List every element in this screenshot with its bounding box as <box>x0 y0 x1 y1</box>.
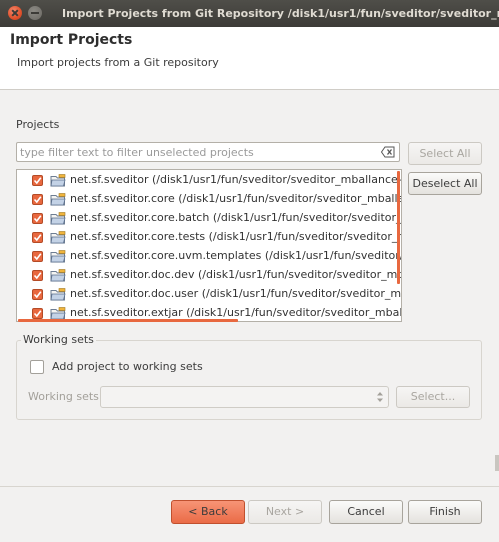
project-folder-icon <box>50 212 66 225</box>
project-row[interactable]: net.sf.sveditor.doc.user (/disk1/usr1/fu… <box>17 285 401 304</box>
projects-label: Projects <box>16 118 60 131</box>
project-folder-icon <box>50 269 66 282</box>
finish-button[interactable]: Finish <box>408 500 482 524</box>
checkmark-icon <box>33 291 42 299</box>
project-row[interactable]: net.sf.sveditor.core.tests (/disk1/usr1/… <box>17 228 401 247</box>
project-row[interactable]: net.sf.sveditor.doc.dev (/disk1/usr1/fun… <box>17 266 401 285</box>
back-button[interactable]: < Back <box>171 500 245 524</box>
project-label: net.sf.sveditor (/disk1/usr1/fun/svedito… <box>70 173 401 186</box>
project-row[interactable]: net.sf.sveditor.core.uvm.templates (/dis… <box>17 247 401 266</box>
checkmark-icon <box>33 272 42 280</box>
project-checkbox[interactable] <box>32 213 43 224</box>
project-folder-icon <box>50 174 66 187</box>
project-label: net.sf.sveditor.extjar (/disk1/usr1/fun/… <box>70 306 401 319</box>
combo-arrows-icon <box>377 392 383 402</box>
next-button[interactable]: Next > <box>248 500 322 524</box>
checkmark-icon <box>33 177 42 185</box>
project-label: net.sf.sveditor.doc.user (/disk1/usr1/fu… <box>70 287 402 300</box>
project-label: net.sf.sveditor.core.batch (/disk1/usr1/… <box>70 211 401 224</box>
project-checkbox[interactable] <box>32 175 43 186</box>
background-scroll-fragment <box>495 455 499 471</box>
add-to-working-sets-checkbox[interactable] <box>30 360 44 374</box>
list-horizontal-scrollbar[interactable] <box>18 319 238 322</box>
working-sets-combo[interactable] <box>100 386 389 408</box>
clear-filter-icon[interactable] <box>381 146 395 158</box>
title-bar: Import Projects from Git Repository /dis… <box>0 0 499 27</box>
page-title: Import Projects <box>10 32 133 48</box>
checkmark-icon <box>33 310 42 318</box>
cancel-button[interactable]: Cancel <box>329 500 403 524</box>
project-row[interactable]: net.sf.sveditor.core (/disk1/usr1/fun/sv… <box>17 190 401 209</box>
select-all-button[interactable]: Select All <box>408 142 482 165</box>
project-folder-icon <box>50 250 66 263</box>
project-checkbox[interactable] <box>32 251 43 262</box>
project-folder-icon <box>50 193 66 206</box>
list-vertical-scrollbar[interactable] <box>397 171 400 284</box>
project-filter-input[interactable] <box>20 144 372 160</box>
project-row[interactable]: net.sf.sveditor.core.batch (/disk1/usr1/… <box>17 209 401 228</box>
project-row[interactable]: net.sf.sveditor (/disk1/usr1/fun/svedito… <box>17 171 401 190</box>
footer-separator <box>0 486 499 487</box>
checkmark-icon <box>33 215 42 223</box>
project-folder-icon <box>50 288 66 301</box>
close-window-icon[interactable] <box>8 6 22 20</box>
working-sets-field-label: Working sets: <box>28 390 103 403</box>
project-label: net.sf.sveditor.core (/disk1/usr1/fun/sv… <box>70 192 401 205</box>
working-sets-group <box>16 340 482 420</box>
project-checkbox[interactable] <box>32 308 43 319</box>
page-description: Import projects from a Git repository <box>17 56 219 69</box>
project-list[interactable]: net.sf.sveditor (/disk1/usr1/fun/svedito… <box>16 169 402 322</box>
checkmark-icon <box>33 196 42 204</box>
project-folder-icon <box>50 231 66 244</box>
minimize-window-icon[interactable] <box>28 6 42 20</box>
project-label: net.sf.sveditor.core.uvm.templates (/dis… <box>70 249 401 262</box>
project-checkbox[interactable] <box>32 289 43 300</box>
project-checkbox[interactable] <box>32 270 43 281</box>
project-label: net.sf.sveditor.doc.dev (/disk1/usr1/fun… <box>70 268 401 281</box>
working-sets-group-label: Working sets <box>21 333 96 346</box>
project-checkbox[interactable] <box>32 232 43 243</box>
checkmark-icon <box>33 253 42 261</box>
checkmark-icon <box>33 234 42 242</box>
import-projects-dialog: Import Projects from Git Repository /dis… <box>0 0 499 542</box>
project-filter-field[interactable] <box>16 142 400 162</box>
wizard-header: Import Projects Import projects from a G… <box>0 27 499 90</box>
window-title: Import Projects from Git Repository /dis… <box>62 7 499 20</box>
deselect-all-button[interactable]: Deselect All <box>408 172 482 195</box>
select-working-sets-button[interactable]: Select... <box>396 386 470 408</box>
add-to-working-sets-label[interactable]: Add project to working sets <box>52 360 203 373</box>
project-checkbox[interactable] <box>32 194 43 205</box>
project-label: net.sf.sveditor.core.tests (/disk1/usr1/… <box>70 230 401 243</box>
